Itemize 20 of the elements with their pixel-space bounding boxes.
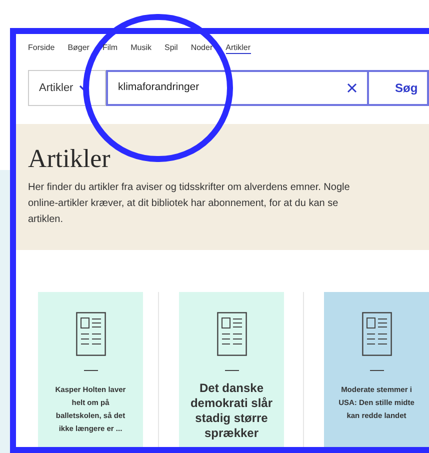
nav-link[interactable]: Artikler bbox=[226, 42, 251, 54]
divider bbox=[84, 370, 98, 371]
newspaper-icon bbox=[362, 312, 392, 356]
newspaper-icon bbox=[76, 312, 106, 356]
page-title: Artikler bbox=[28, 144, 112, 174]
search-button[interactable]: Søg bbox=[369, 70, 429, 106]
intro-text: Her finder du artikler fra aviser og tidsskrifter om alverdens emner. Nogle online-artikler kræver, at dit bibliotek har abonnement, for at du kan se artiklen. bbox=[28, 181, 351, 227]
nav-link[interactable]: Bøger bbox=[68, 42, 90, 54]
nav-link[interactable]: Film bbox=[102, 42, 118, 54]
divider bbox=[224, 370, 238, 371]
nav-link[interactable]: Forside bbox=[28, 42, 55, 54]
nav-link[interactable]: Spil bbox=[164, 42, 178, 54]
clear-icon[interactable] bbox=[347, 83, 357, 93]
nav-link[interactable]: Musik bbox=[130, 42, 152, 54]
search-field[interactable]: klimaforandringer bbox=[106, 70, 369, 106]
article-title: Det danske demokrati slår stadig større sprækker bbox=[189, 381, 274, 441]
nav-link[interactable]: Noder bbox=[190, 42, 213, 54]
divider bbox=[370, 370, 384, 371]
category-dropdown[interactable]: Artikler bbox=[28, 70, 106, 106]
newspaper-icon bbox=[216, 312, 246, 356]
